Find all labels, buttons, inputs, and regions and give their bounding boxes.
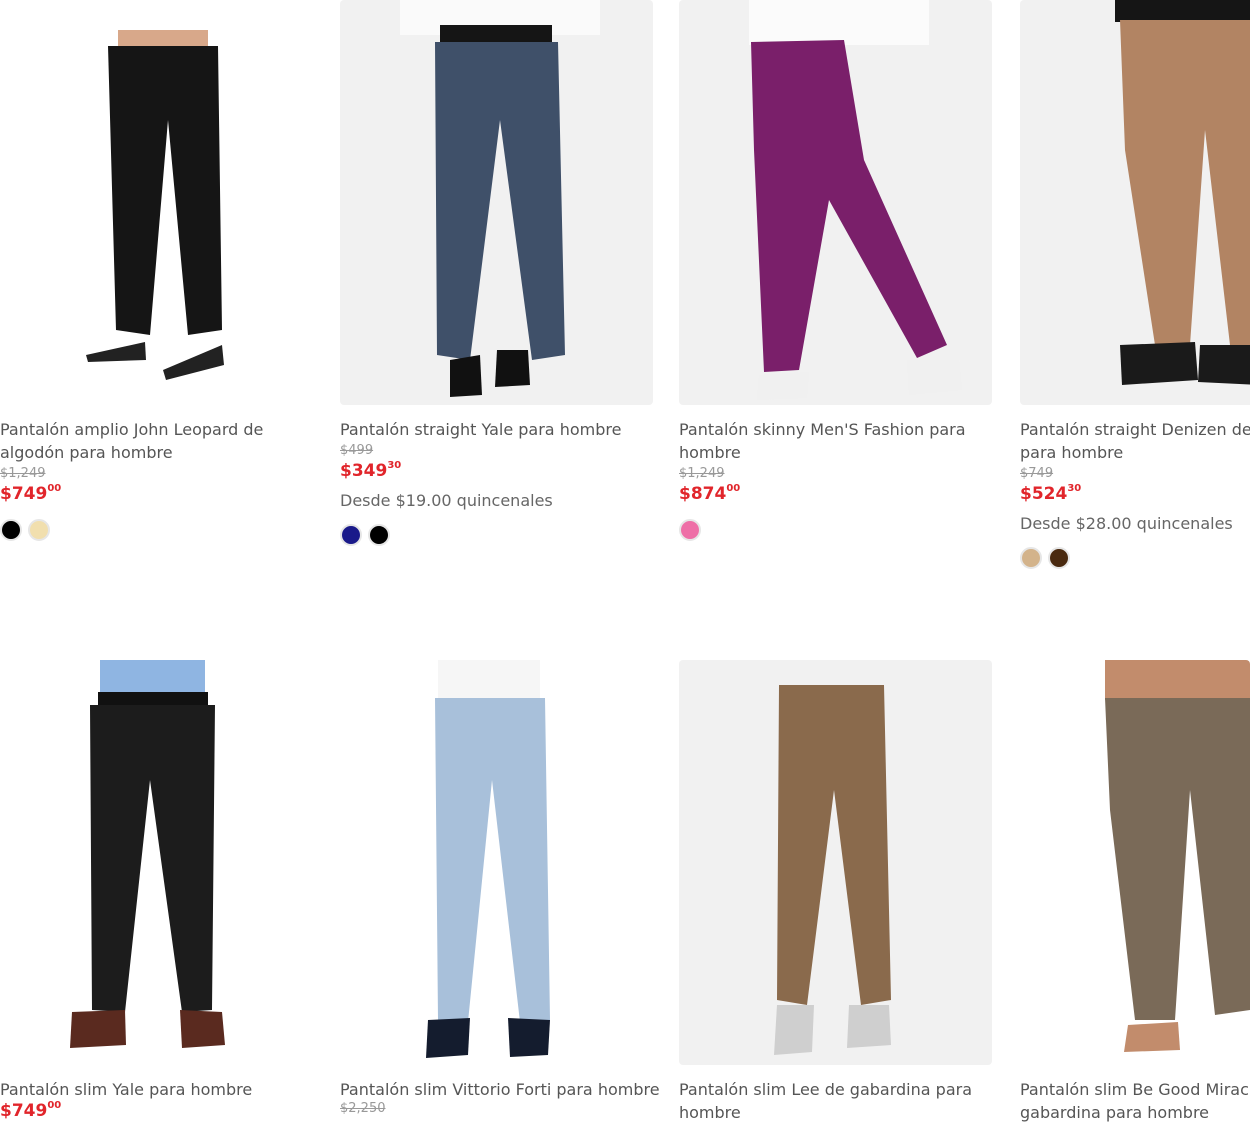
pants-illustration: [1105, 660, 1250, 1052]
color-swatch-tan[interactable]: [1020, 547, 1042, 569]
pants-illustration: [86, 30, 224, 380]
sale-price: $34930: [340, 460, 402, 481]
product-title[interactable]: Pantalón straight Denizen de g para hombr…: [1020, 418, 1250, 464]
product-title[interactable]: Pantalón slim Be Good Miracle gabardina p…: [1020, 1078, 1250, 1124]
original-price: $1,249: [0, 466, 46, 481]
product-title[interactable]: Pantalón slim Lee de gabardina para hombr…: [679, 1078, 999, 1124]
product-card[interactable]: Pantalón amplio John Leopard de algodón p…: [0, 0, 315, 600]
color-swatch-pink[interactable]: [679, 519, 701, 541]
sale-price: $74900: [0, 1100, 62, 1121]
original-price: $1,249: [679, 466, 725, 481]
product-card[interactable]: Pantalón slim Vittorio Forti para hombre…: [340, 660, 660, 1118]
color-swatch-brown[interactable]: [1048, 547, 1070, 569]
product-title[interactable]: Pantalón skinny Men'S Fashion para hombre: [679, 418, 999, 464]
installments-text: Desde $28.00 quincenales: [1020, 514, 1233, 533]
product-title[interactable]: Pantalón slim Yale para hombre: [0, 1078, 320, 1101]
product-card[interactable]: Pantalón slim Lee de gabardina para hombr…: [679, 660, 994, 1122]
product-card[interactable]: Pantalón slim Yale para hombre $74900: [0, 660, 315, 1121]
product-card[interactable]: Pantalón skinny Men'S Fashion para hombre…: [679, 0, 994, 600]
color-swatch-black[interactable]: [0, 519, 22, 541]
product-image[interactable]: [340, 0, 653, 405]
color-swatch-black[interactable]: [368, 524, 390, 546]
product-title[interactable]: Pantalón slim Vittorio Forti para hombre: [340, 1078, 660, 1101]
sale-price: $87400: [679, 483, 741, 504]
pants-illustration: [70, 660, 225, 1048]
product-image[interactable]: [679, 660, 992, 1065]
pants-illustration: [400, 0, 600, 397]
product-title[interactable]: Pantalón amplio John Leopard de algodón p…: [0, 418, 320, 464]
product-image[interactable]: [1020, 660, 1250, 1065]
installments-text: Desde $19.00 quincenales: [340, 491, 553, 510]
color-swatches: [679, 519, 707, 545]
original-price: $499: [340, 443, 374, 458]
product-card[interactable]: Pantalón straight Yale para hombre $499 …: [340, 0, 655, 600]
product-image[interactable]: [0, 660, 313, 1065]
pants-illustration: [749, 0, 962, 400]
product-title[interactable]: Pantalón straight Yale para hombre: [340, 418, 660, 441]
original-price: $2,250: [340, 1101, 386, 1116]
original-price: $749: [1020, 466, 1054, 481]
pants-illustration: [774, 685, 891, 1055]
product-image[interactable]: [340, 660, 653, 1065]
product-card[interactable]: Pantalón straight Denizen de g para hombr…: [1020, 0, 1250, 600]
product-image[interactable]: [679, 0, 992, 405]
color-swatches: [1020, 547, 1076, 573]
product-image[interactable]: [1020, 0, 1250, 405]
sale-price: $52430: [1020, 483, 1082, 504]
color-swatches: [340, 524, 396, 550]
pants-illustration: [426, 660, 550, 1058]
color-swatches: [0, 519, 56, 545]
pants-illustration: [1115, 0, 1250, 385]
sale-price: $74900: [0, 483, 62, 504]
product-card[interactable]: Pantalón slim Be Good Miracle gabardina p…: [1020, 660, 1250, 1122]
color-swatch-navy[interactable]: [340, 524, 362, 546]
color-swatch-beige[interactable]: [28, 519, 50, 541]
product-image[interactable]: [0, 0, 313, 405]
